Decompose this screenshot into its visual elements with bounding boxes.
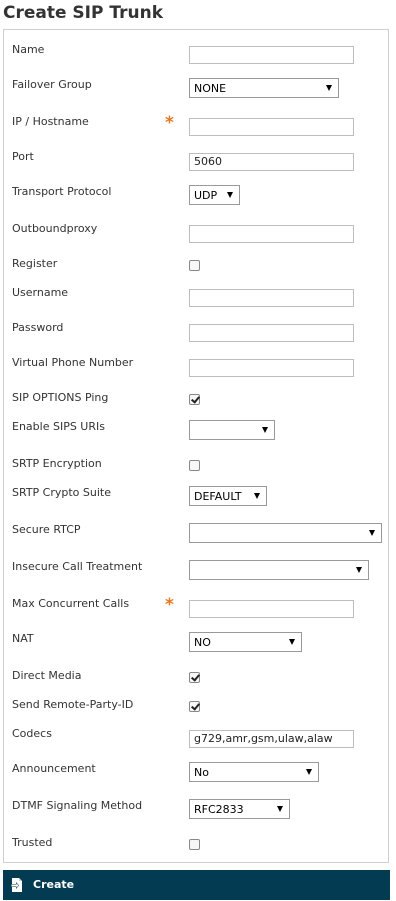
row-name: Name: [4, 43, 388, 64]
transport-protocol-select[interactable]: UDP: [189, 185, 240, 205]
chevron-down-icon: [262, 427, 268, 433]
srtp-encryption-checkbox[interactable]: [189, 460, 200, 471]
failover-group-label: Failover Group: [12, 78, 92, 91]
required-icon: *: [165, 113, 174, 133]
secure-rtcp-select[interactable]: [189, 523, 382, 543]
ip-hostname-input[interactable]: [189, 117, 354, 136]
announcement-value: No: [194, 766, 209, 779]
row-enable-sips-uris: Enable SIPS URIs: [4, 420, 388, 440]
virtual-phone-number-input[interactable]: [189, 358, 354, 377]
row-username: Username: [4, 286, 388, 307]
codecs-label: Codecs: [12, 727, 52, 740]
srtp-crypto-suite-value: DEFAULT: [194, 490, 242, 503]
row-port: Port: [4, 150, 388, 171]
failover-group-value: NONE: [194, 82, 227, 95]
create-sip-trunk-form: Name Failover Group NONE IP / Hostname *…: [3, 29, 389, 863]
username-label: Username: [12, 286, 69, 299]
name-input[interactable]: [189, 45, 354, 64]
chevron-down-icon: [306, 769, 312, 775]
virtual-phone-number-label: Virtual Phone Number: [12, 356, 134, 369]
ip-hostname-label: IP / Hostname: [12, 115, 89, 128]
chevron-down-icon: [326, 85, 332, 91]
announcement-select[interactable]: No: [189, 762, 319, 782]
port-label: Port: [12, 150, 34, 163]
insecure-call-treatment-select[interactable]: [189, 560, 369, 580]
srtp-crypto-suite-label: SRTP Crypto Suite: [12, 486, 111, 499]
direct-media-checkbox[interactable]: [189, 672, 200, 683]
outboundproxy-label: Outboundproxy: [12, 222, 98, 235]
required-icon: *: [165, 595, 174, 615]
srtp-encryption-label: SRTP Encryption: [12, 457, 102, 470]
sip-options-ping-checkbox[interactable]: [189, 394, 200, 405]
enable-sips-uris-label: Enable SIPS URIs: [12, 420, 105, 433]
direct-media-label: Direct Media: [12, 669, 82, 682]
send-remote-party-id-checkbox[interactable]: [189, 701, 200, 712]
row-password: Password: [4, 321, 388, 342]
register-label: Register: [12, 257, 58, 270]
page-title: Create SIP Trunk: [3, 3, 164, 23]
row-ip-hostname: IP / Hostname *: [4, 113, 388, 136]
chevron-down-icon: [277, 806, 283, 812]
dtmf-signaling-method-label: DTMF Signaling Method: [12, 799, 143, 812]
password-label: Password: [12, 321, 64, 334]
row-send-remote-party-id: Send Remote-Party-ID: [4, 698, 388, 718]
dtmf-signaling-method-select[interactable]: RFC2833: [189, 799, 290, 819]
send-remote-party-id-label: Send Remote-Party-ID: [12, 698, 134, 711]
create-button[interactable]: Create: [3, 870, 390, 900]
row-nat: NAT NO: [4, 632, 388, 652]
trusted-label: Trusted: [12, 836, 53, 849]
chevron-down-icon: [254, 493, 260, 499]
nat-value: NO: [194, 636, 211, 649]
chevron-down-icon: [356, 567, 362, 573]
nat-label: NAT: [12, 632, 34, 645]
row-trusted: Trusted: [4, 836, 388, 856]
announcement-label: Announcement: [12, 762, 96, 775]
insecure-call-treatment-label: Insecure Call Treatment: [12, 560, 143, 573]
transport-protocol-label: Transport Protocol: [12, 185, 112, 198]
row-announcement: Announcement No: [4, 762, 388, 782]
port-input[interactable]: [189, 152, 354, 171]
row-transport-protocol: Transport Protocol UDP: [4, 185, 388, 205]
row-virtual-phone-number: Virtual Phone Number: [4, 356, 388, 377]
transport-protocol-value: UDP: [194, 189, 218, 202]
secure-rtcp-label: Secure RTCP: [12, 523, 81, 536]
dtmf-signaling-method-value: RFC2833: [194, 803, 244, 816]
outboundproxy-input[interactable]: [189, 224, 354, 243]
password-input[interactable]: [189, 323, 354, 342]
document-arrow-icon: [11, 878, 22, 892]
name-label: Name: [12, 43, 45, 56]
row-outboundproxy: Outboundproxy: [4, 222, 388, 243]
max-concurrent-calls-label: Max Concurrent Calls: [12, 597, 130, 610]
enable-sips-uris-select[interactable]: [189, 420, 275, 440]
max-concurrent-calls-input[interactable]: [189, 599, 354, 618]
row-dtmf-signaling-method: DTMF Signaling Method RFC2833: [4, 799, 388, 819]
row-failover-group: Failover Group NONE: [4, 78, 388, 98]
username-input[interactable]: [189, 288, 354, 307]
srtp-crypto-suite-select[interactable]: DEFAULT: [189, 486, 267, 506]
codecs-input[interactable]: [189, 729, 354, 748]
chevron-down-icon: [289, 639, 295, 645]
row-srtp-crypto-suite: SRTP Crypto Suite DEFAULT: [4, 486, 388, 506]
row-srtp-encryption: SRTP Encryption: [4, 457, 388, 477]
row-direct-media: Direct Media: [4, 669, 388, 689]
row-insecure-call-treatment: Insecure Call Treatment: [4, 560, 388, 580]
sip-options-ping-label: SIP OPTIONS Ping: [12, 391, 109, 404]
register-checkbox[interactable]: [189, 260, 200, 271]
row-register: Register: [4, 257, 388, 277]
failover-group-select[interactable]: NONE: [189, 78, 339, 98]
row-secure-rtcp: Secure RTCP: [4, 523, 388, 543]
chevron-down-icon: [227, 192, 233, 198]
chevron-down-icon: [369, 530, 375, 536]
nat-select[interactable]: NO: [189, 632, 302, 652]
trusted-checkbox[interactable]: [189, 839, 200, 850]
create-button-label: Create: [33, 878, 75, 891]
row-sip-options-ping: SIP OPTIONS Ping: [4, 391, 388, 411]
row-codecs: Codecs: [4, 727, 388, 748]
row-max-concurrent-calls: Max Concurrent Calls *: [4, 595, 388, 618]
